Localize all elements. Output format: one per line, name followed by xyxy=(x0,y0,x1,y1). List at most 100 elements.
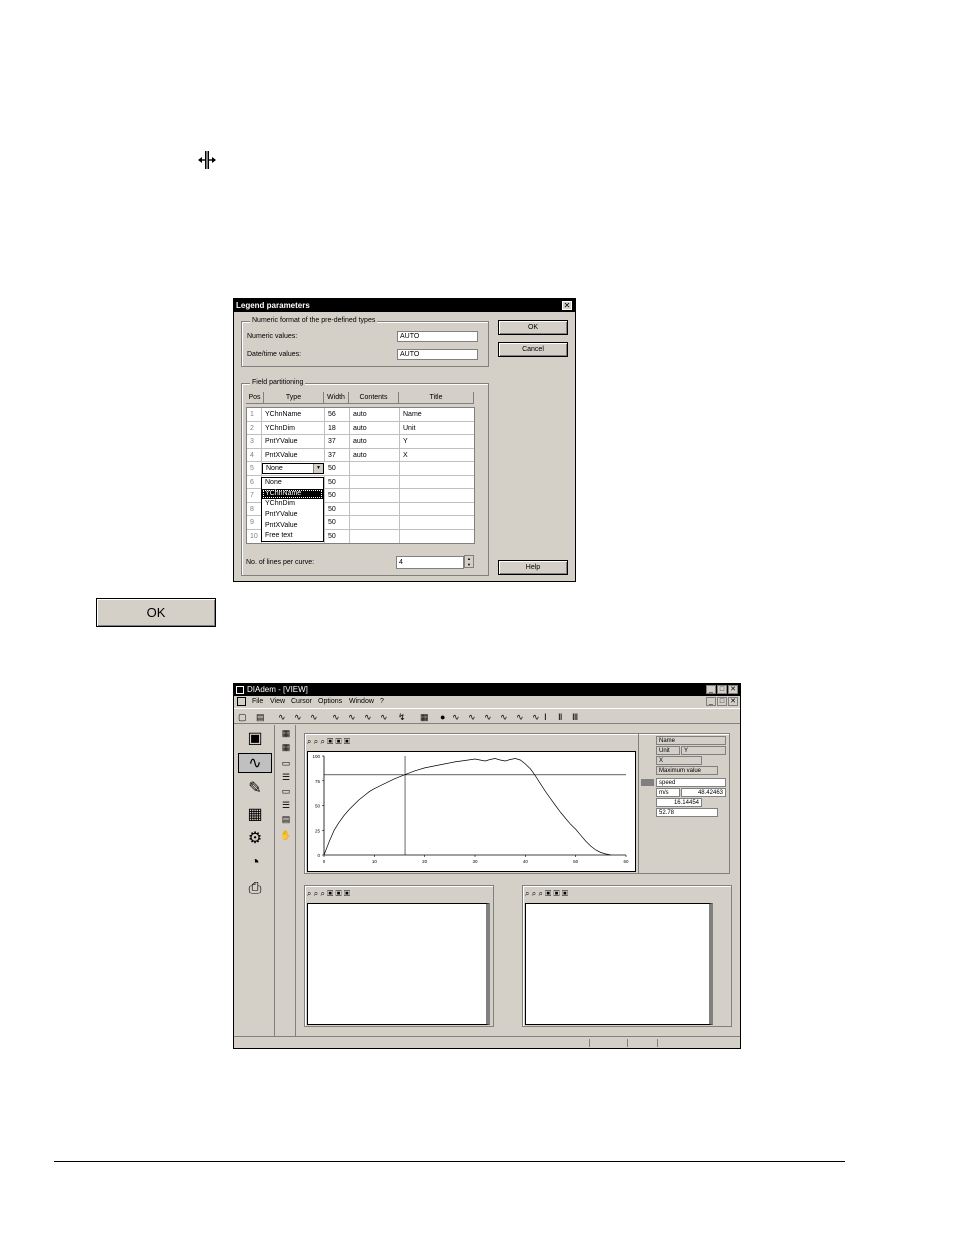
empty-plot-area[interactable] xyxy=(525,903,713,1025)
cell-contents[interactable]: auto xyxy=(350,435,400,448)
menu-cursor[interactable]: Cursor xyxy=(291,696,312,708)
cell-width[interactable]: 50 xyxy=(325,502,350,515)
column-header-title[interactable]: Title xyxy=(399,392,474,404)
curve-style-6-icon[interactable]: ∿ xyxy=(364,712,371,722)
cell-width[interactable]: 37 xyxy=(325,448,350,461)
cell-width[interactable]: 50 xyxy=(325,475,350,488)
cell-title[interactable] xyxy=(400,516,475,529)
cell-contents[interactable]: auto xyxy=(350,408,400,421)
cursor-tool-2-icon[interactable]: ∿ xyxy=(468,712,475,722)
curve-style-1-icon[interactable]: ∿ xyxy=(278,712,285,722)
table-row[interactable]: 1 YChnName 56 auto Name xyxy=(247,408,474,422)
close-icon[interactable]: ✕ xyxy=(728,685,738,694)
table-row[interactable]: 5 None ▼ 50 xyxy=(247,462,474,476)
cell-title[interactable] xyxy=(400,476,475,489)
layout-3-icon[interactable]: ▭ xyxy=(278,757,294,769)
layout-1-icon[interactable]: ▦ xyxy=(278,727,294,739)
menu-help[interactable]: ? xyxy=(380,696,384,708)
cursor-tool-4-icon[interactable]: ∿ xyxy=(500,712,507,722)
axis-y-icon[interactable]: ▣ xyxy=(553,889,559,898)
cell-width[interactable]: 50 xyxy=(325,489,350,502)
document-icon[interactable] xyxy=(237,697,246,706)
menu-window[interactable]: Window xyxy=(349,696,374,708)
cell-title[interactable]: Name xyxy=(400,408,475,421)
zoom-in-icon[interactable]: ⌕ xyxy=(525,889,529,898)
cursor-tool-3-icon[interactable]: ∿ xyxy=(484,712,491,722)
cursor-tool-5-icon[interactable]: ∿ xyxy=(516,712,523,722)
axis-y-icon[interactable]: ▣ xyxy=(335,737,341,746)
cell-width[interactable]: 56 xyxy=(325,408,350,421)
cell-title[interactable]: X xyxy=(400,449,475,462)
plot-area[interactable]: 0 25 50 75 100 0 10 20 30 40 50 60 xyxy=(307,751,636,872)
axis-y-icon[interactable]: ▣ xyxy=(335,889,341,898)
child-restore-icon[interactable]: □ xyxy=(717,697,727,706)
minimize-icon[interactable]: _ xyxy=(706,685,716,694)
zoom-in-icon[interactable]: ⌕ xyxy=(307,737,311,746)
layout-6-icon[interactable]: ☰ xyxy=(278,799,294,811)
curve-style-7-icon[interactable]: ∿ xyxy=(380,712,387,722)
zoom-in-icon[interactable]: ⌕ xyxy=(307,889,311,898)
cell-contents[interactable] xyxy=(350,489,400,502)
cell-type[interactable]: YChnDim xyxy=(262,421,325,434)
cancel-button[interactable]: Cancel xyxy=(498,342,568,357)
print-module-icon[interactable]: ⎙ xyxy=(238,879,272,899)
dropdown-option[interactable]: None xyxy=(262,478,323,489)
cell-contents[interactable] xyxy=(350,475,400,488)
cell-width[interactable]: 18 xyxy=(325,421,350,434)
cursor-2-icon[interactable]: Ⅱ xyxy=(558,712,563,722)
axis-xy-icon[interactable]: ▣ xyxy=(344,737,350,746)
column-header-type[interactable]: Type xyxy=(264,392,324,404)
view-module-icon[interactable]: ∿ xyxy=(238,753,272,773)
dropdown-arrow-icon[interactable]: ▼ xyxy=(313,464,323,473)
menu-options[interactable]: Options xyxy=(318,696,342,708)
table-row[interactable]: 2 YChnDim 18 auto Unit xyxy=(247,421,475,435)
curve-zoom-icon[interactable]: ↯ xyxy=(398,712,405,722)
type-combobox[interactable]: None ▼ xyxy=(262,463,324,474)
zoom-out-icon[interactable]: ⌕ xyxy=(314,737,318,746)
axis-x-icon[interactable]: ▣ xyxy=(327,737,333,746)
zoom-reset-icon[interactable]: ⌕ xyxy=(320,889,324,898)
ok-button-large[interactable]: OK xyxy=(96,598,216,627)
layout-7-icon[interactable]: ▤ xyxy=(278,813,294,825)
dropdown-option[interactable]: PntYValue xyxy=(262,510,323,521)
new-file-icon[interactable]: ▢ xyxy=(238,712,246,722)
cursor-1-icon[interactable]: Ⅰ xyxy=(544,712,546,722)
dropdown-option[interactable]: PntXValue xyxy=(262,521,323,532)
empty-plot-area[interactable] xyxy=(307,903,490,1025)
cursor-tool-6-icon[interactable]: ∿ xyxy=(532,712,539,722)
info-icon[interactable]: ● xyxy=(440,712,446,722)
window-title-bar[interactable]: DIAdem - [VIEW] _ □ ✕ xyxy=(234,684,740,696)
cell-title[interactable]: Y xyxy=(400,435,475,448)
menu-view[interactable]: View xyxy=(270,696,285,708)
maximize-icon[interactable]: □ xyxy=(717,685,727,694)
zoom-reset-icon[interactable]: ⌕ xyxy=(538,889,542,898)
dropdown-option[interactable]: YChnDim xyxy=(262,499,323,510)
line-chart[interactable]: 0 25 50 75 100 0 10 20 30 40 50 60 xyxy=(308,752,635,871)
lines-per-curve-input[interactable]: 4 xyxy=(396,556,464,569)
cell-title[interactable] xyxy=(400,462,475,475)
report-module-icon[interactable]: ▦ xyxy=(238,805,272,825)
cell-title[interactable] xyxy=(400,530,475,544)
cell-contents[interactable] xyxy=(350,462,400,475)
table-row[interactable]: 3 PntYValue 37 auto Y xyxy=(247,435,474,449)
zoom-out-icon[interactable]: ⌕ xyxy=(314,889,318,898)
cell-contents[interactable]: auto xyxy=(350,421,400,434)
help-button[interactable]: Help xyxy=(498,560,568,575)
curve-style-4-icon[interactable]: ∿ xyxy=(332,712,339,722)
cell-width[interactable]: 37 xyxy=(325,435,350,448)
zoom-out-icon[interactable]: ⌕ xyxy=(532,889,536,898)
cell-width[interactable]: 50 xyxy=(325,516,350,529)
cell-title[interactable] xyxy=(400,489,475,502)
cell-contents[interactable] xyxy=(350,502,400,515)
cell-title[interactable] xyxy=(400,503,475,516)
grid-icon[interactable]: ▦ xyxy=(420,712,428,722)
cell-type[interactable]: PntXValue xyxy=(262,448,325,461)
cell-title[interactable]: Unit xyxy=(400,422,475,435)
curve-style-2-icon[interactable]: ∿ xyxy=(294,712,301,722)
zoom-reset-icon[interactable]: ⌕ xyxy=(320,737,324,746)
measurement-module-icon[interactable]: ◔ xyxy=(238,853,272,873)
save-module-icon[interactable]: ▣ xyxy=(238,729,272,749)
column-header-pos[interactable]: Pos xyxy=(246,392,264,404)
layout-8-icon[interactable]: ✋ xyxy=(278,829,294,841)
cell-width[interactable]: 50 xyxy=(325,529,350,543)
